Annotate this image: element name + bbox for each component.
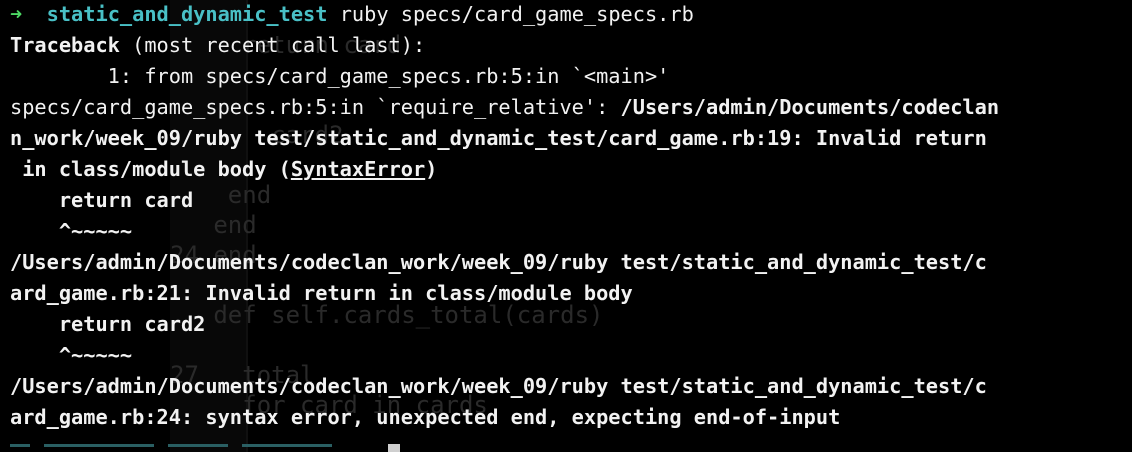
prompt-command: ruby specs/card_game_specs.rb [327,2,694,26]
error-body-post: ) [425,157,438,181]
error-body-pre: in class/module body ( [10,157,291,181]
terminal-output: ➜ static_and_dynamic_test ruby specs/car… [10,0,1128,433]
error3-line-1: /Users/admin/Documents/codeclan_work/wee… [10,374,987,398]
error2-line-1: /Users/admin/Documents/codeclan_work/wee… [10,250,987,274]
caret-line-1: ^~~~~~ [10,219,133,243]
error-line-2: n_work/week_09/ruby test/static_and_dyna… [10,126,987,150]
terminal-window[interactable]: return card card2 end end 24 end def sel… [0,0,1132,452]
error2-line-2: ard_game.rb:21: Invalid return in class/… [10,281,633,305]
prompt-arrow-icon: ➜ [10,2,23,26]
error-prefix: specs/card_game_specs.rb:5:in `require_r… [10,95,621,119]
error-type: SyntaxError [290,157,426,181]
prompt-directory: static_and_dynamic_test [46,2,328,26]
traceback-line: Traceback (most recent call last): [10,30,1128,61]
next-prompt-partial [10,444,380,452]
error-line-3: in class/module body (SyntaxError) [10,154,1128,185]
stack-frame-line: 1: from specs/card_game_specs.rb:5:in `<… [10,64,670,88]
prompt-line: ➜ static_and_dynamic_test ruby specs/car… [10,0,1128,30]
source-line-2: return card2 [10,312,206,336]
text-cursor[interactable] [388,444,400,452]
traceback-label: Traceback [10,33,120,57]
source-line-1: return card [10,188,194,212]
caret-line-2: ^~~~~~ [10,343,133,367]
error3-line-2: ard_game.rb:24: syntax error, unexpected… [10,405,841,429]
error-path-start: /Users/admin/Documents/codeclan [620,95,1000,119]
error-line-1: specs/card_game_specs.rb:5:in `require_r… [10,92,1128,123]
traceback-rest: (most recent call last): [119,33,426,57]
